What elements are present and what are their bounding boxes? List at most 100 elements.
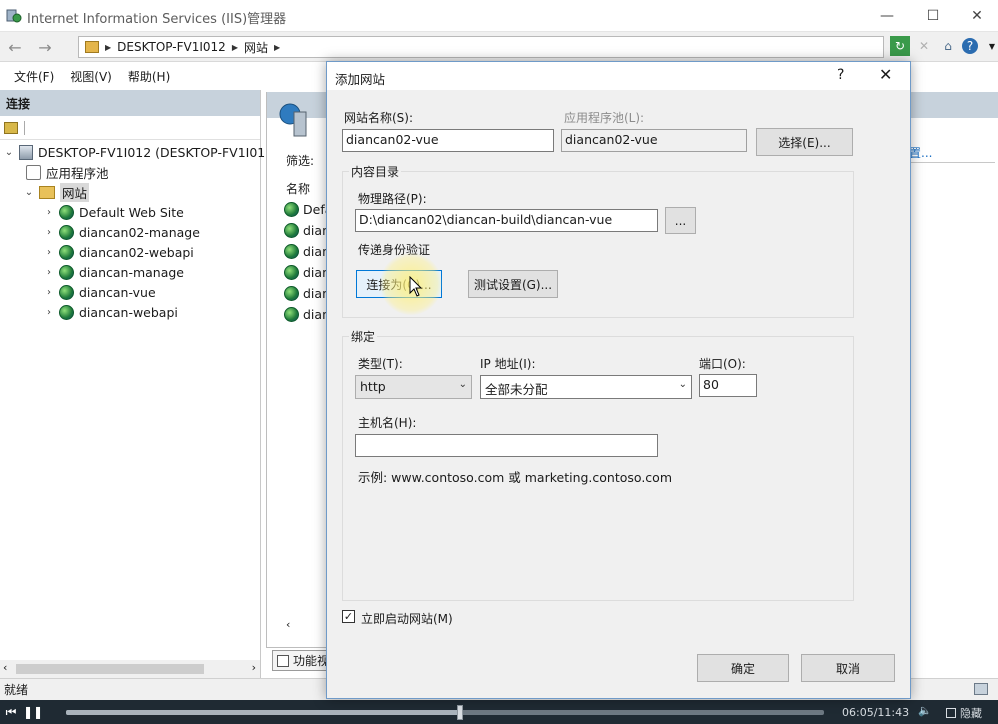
site-name-input[interactable]: diancan02-vue	[342, 129, 554, 152]
stop-icon[interactable]: ✕	[914, 36, 934, 56]
hide-checkbox-icon[interactable]	[946, 708, 956, 718]
list-item[interactable]: dian	[284, 286, 330, 301]
tree-item-site[interactable]: › diancan-manage	[44, 262, 184, 282]
pause-icon[interactable]: ❚❚	[22, 700, 44, 724]
chevron-down-icon[interactable]: ⌄	[4, 147, 14, 158]
port-input[interactable]: 80	[699, 374, 757, 397]
skip-back-icon[interactable]: ⏮	[0, 700, 22, 724]
tree-item-app-pools[interactable]: 应用程序池	[26, 162, 109, 182]
tree-item-site[interactable]: › diancan-vue	[44, 282, 156, 302]
connections-pane: 连接 ⌄ DESKTOP-FV1I012 (DESKTOP-FV1I012 应用…	[0, 90, 273, 678]
features-view-label: 功能视	[293, 654, 330, 668]
tree-item-label: DESKTOP-FV1I012 (DESKTOP-FV1I012	[38, 144, 274, 160]
chevron-down-icon[interactable]: ⌄	[24, 187, 34, 198]
app-pool-label: 应用程序池(L):	[564, 111, 645, 125]
tree-item-site[interactable]: › diancan-webapi	[44, 302, 178, 322]
tree-item-site[interactable]: › diancan02-manage	[44, 222, 200, 242]
features-view-tab[interactable]: 功能视	[272, 650, 335, 671]
ip-address-select[interactable]: 全部未分配 ⌄	[480, 375, 692, 399]
passthrough-auth-label: 传递身份验证	[358, 243, 431, 257]
hostname-input[interactable]	[355, 434, 658, 457]
add-website-dialog: 添加网站 ? ✕ 网站名称(S): diancan02-vue 应用程序池(L)…	[326, 61, 911, 699]
menu-help[interactable]: 帮助(H)	[120, 68, 178, 85]
volume-icon[interactable]: 🔈	[918, 704, 932, 717]
ip-address-label: IP 地址(I):	[480, 357, 536, 371]
back-arrow-icon[interactable]: ←	[4, 37, 26, 57]
video-progress-knob[interactable]	[457, 705, 464, 720]
test-settings-button[interactable]: 测试设置(G)...	[468, 270, 558, 298]
type-select[interactable]: http ⌄	[355, 375, 472, 399]
refresh-icon[interactable]: ↻	[890, 36, 910, 56]
chevron-right-icon[interactable]: ›	[44, 307, 54, 318]
status-text: 就绪	[4, 683, 29, 697]
connect-icon[interactable]	[4, 121, 18, 134]
list-item[interactable]: dian	[284, 223, 330, 238]
start-website-checkbox[interactable]: ✓	[342, 610, 355, 623]
ok-button[interactable]: 确定	[697, 654, 789, 682]
address-bar[interactable]: ▶ DESKTOP-FV1I012 ▶ 网站 ▶	[78, 36, 884, 58]
minimize-button[interactable]: —	[864, 0, 910, 32]
chevron-right-icon[interactable]: ›	[44, 227, 54, 238]
column-header-name[interactable]: 名称	[286, 180, 310, 197]
globe-icon	[59, 204, 74, 220]
scroll-right-icon[interactable]: ›	[252, 661, 256, 674]
home-icon[interactable]: ⌂	[938, 36, 958, 56]
close-window-button[interactable]: ✕	[954, 0, 998, 32]
chevron-right-icon[interactable]: ›	[44, 287, 54, 298]
help-icon[interactable]: ?	[837, 67, 844, 83]
chevron-down-icon[interactable]: ▼	[982, 36, 998, 56]
list-item[interactable]: dian	[284, 265, 330, 280]
forward-arrow-icon[interactable]: →	[34, 37, 56, 57]
start-website-label[interactable]: 立即启动网站(M)	[361, 610, 453, 627]
features-view-icon	[277, 654, 289, 667]
ip-address-value: 全部未分配	[485, 382, 548, 397]
help-icon[interactable]: ?	[962, 38, 978, 54]
dialog-title-bar: 添加网站 ? ✕	[327, 62, 910, 90]
globe-icon	[284, 307, 299, 322]
cancel-button[interactable]: 取消	[801, 654, 895, 682]
site-name-label: 网站名称(S):	[344, 111, 414, 125]
actions-link[interactable]: 置...	[909, 144, 932, 161]
globe-icon	[284, 244, 299, 259]
connections-header: 连接	[0, 90, 260, 116]
list-item[interactable]: dian	[284, 244, 330, 259]
tree-item-server[interactable]: ⌄ DESKTOP-FV1I012 (DESKTOP-FV1I012	[4, 142, 273, 162]
scrollbar-thumb[interactable]	[16, 664, 204, 674]
tree-item-label: diancan02-webapi	[79, 244, 194, 260]
chevron-right-icon[interactable]: ›	[44, 207, 54, 218]
content-directory-label: 内容目录	[349, 163, 402, 180]
horizontal-scrollbar[interactable]: ‹ ›	[0, 660, 260, 678]
video-progress-bar[interactable]	[66, 705, 824, 720]
globe-icon	[284, 223, 299, 238]
hide-label: 隐藏	[960, 707, 982, 720]
select-app-pool-button[interactable]: 选择(E)...	[756, 128, 853, 156]
breadcrumb-sites[interactable]: 网站	[244, 39, 268, 56]
connections-toolbar	[0, 116, 260, 140]
chevron-right-icon[interactable]: ›	[44, 267, 54, 278]
list-item[interactable]: dian	[284, 307, 330, 322]
browse-button[interactable]: ...	[665, 207, 696, 234]
connect-as-button[interactable]: 连接为(C)...	[356, 270, 442, 298]
menu-view[interactable]: 视图(V)	[62, 68, 120, 85]
menu-file[interactable]: 文件(F)	[6, 68, 62, 85]
type-label: 类型(T):	[358, 357, 403, 371]
dialog-title: 添加网站	[335, 72, 386, 87]
tree-item-site[interactable]: › Default Web Site	[44, 202, 184, 222]
hostname-example: 示例: www.contoso.com 或 marketing.contoso.…	[358, 470, 672, 485]
tree-item-site[interactable]: › diancan02-webapi	[44, 242, 194, 262]
tree-item-label: diancan-manage	[79, 264, 184, 280]
toolbar-divider	[24, 120, 25, 135]
tree-item-sites[interactable]: ⌄ 网站	[24, 182, 90, 202]
chevron-right-icon[interactable]: ›	[44, 247, 54, 258]
app-pool-field: diancan02-vue	[561, 129, 747, 152]
close-icon[interactable]: ✕	[879, 65, 892, 84]
maximize-button[interactable]: ☐	[910, 0, 956, 32]
tree-item-label: diancan02-manage	[79, 224, 200, 240]
hide-player-toggle[interactable]: 隐藏	[946, 705, 982, 721]
scroll-left-icon[interactable]: ‹	[3, 661, 7, 674]
tree-item-label: 网站	[60, 182, 90, 202]
physical-path-input[interactable]: D:\diancan02\diancan-build\diancan-vue	[355, 209, 658, 232]
breadcrumb-server[interactable]: DESKTOP-FV1I012	[117, 40, 226, 54]
chevron-down-icon: ⌄	[678, 379, 687, 390]
scroll-left-icon[interactable]: ‹	[286, 618, 290, 631]
